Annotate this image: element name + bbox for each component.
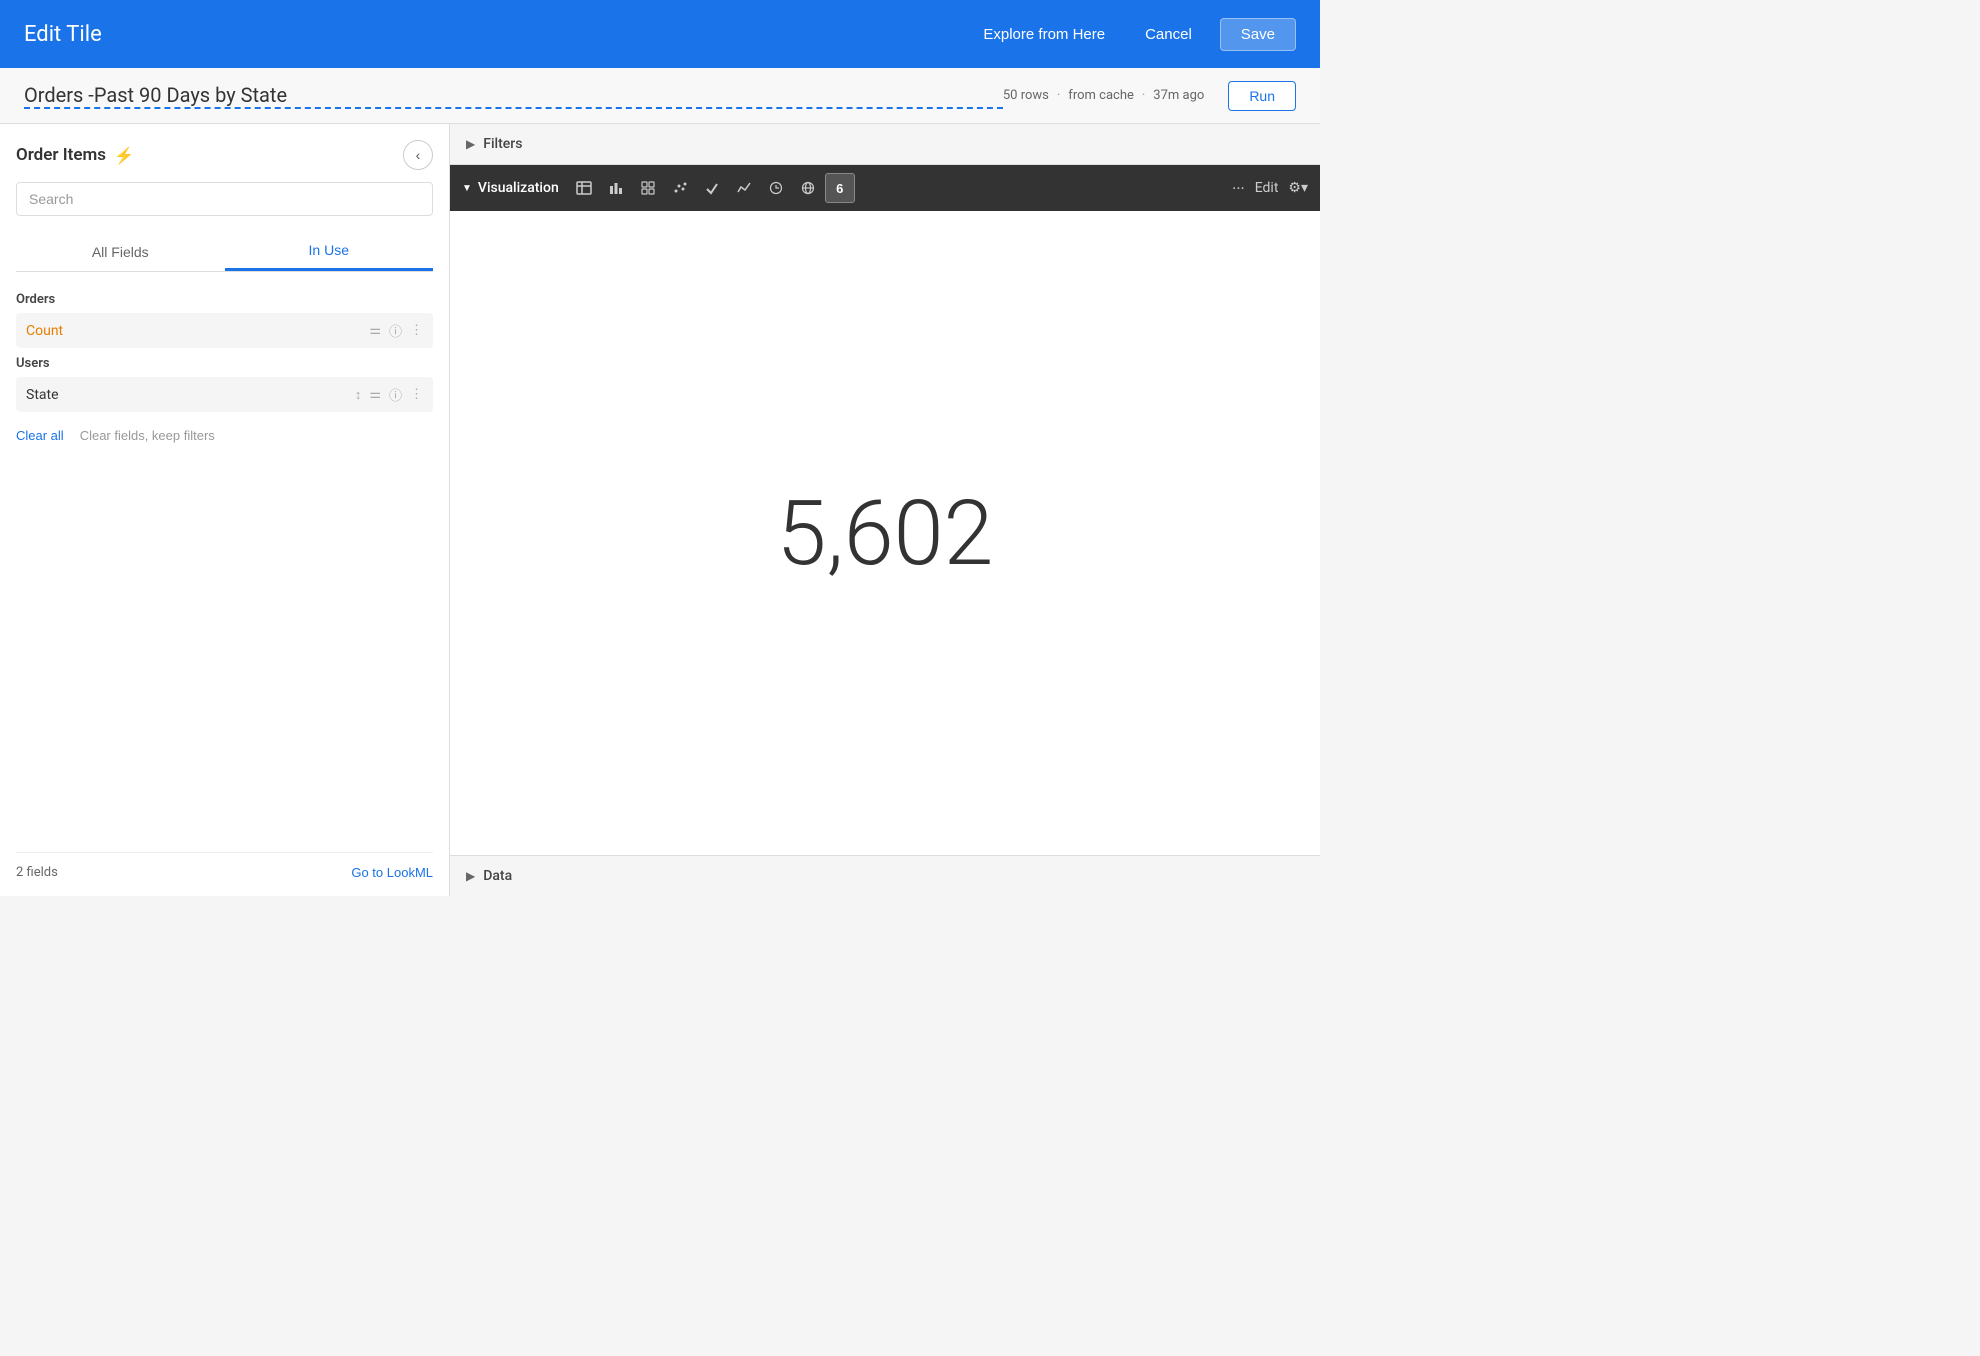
more-icon-count[interactable]: ⋮ (410, 323, 423, 338)
field-count: Count (26, 323, 361, 339)
back-button[interactable]: ‹ (403, 140, 433, 170)
meta-dot-2: · (1142, 88, 1145, 103)
chevron-left-icon: ‹ (416, 147, 421, 163)
section-users: Users (16, 356, 433, 371)
header-actions: Explore from Here Cancel Save (971, 18, 1296, 51)
cache-status: from cache (1068, 88, 1134, 103)
viz-table-icon[interactable] (569, 173, 599, 203)
field-row-state: State ↕ ⚌ ⓘ ⋮ (16, 377, 433, 412)
tabs: All Fields In Use (16, 232, 433, 272)
viz-gear-icon[interactable]: ⚙▾ (1288, 180, 1308, 196)
explore-from-here-button[interactable]: Explore from Here (971, 20, 1117, 49)
field-state: State (26, 387, 347, 403)
panel-footer: 2 fields Go to LookML (16, 852, 433, 880)
go-to-lookml-button[interactable]: Go to LookML (351, 865, 433, 880)
main-layout: Order Items ⚡ ‹ All Fields In Use Orders… (0, 124, 1320, 896)
query-title: Orders -Past 90 Days by State (24, 83, 1003, 109)
row-count: 50 rows (1003, 88, 1049, 103)
subheader: Orders -Past 90 Days by State 50 rows · … (0, 68, 1320, 124)
pivot-icon-state[interactable]: ↕ (355, 387, 362, 403)
viz-grid-icon[interactable] (633, 173, 663, 203)
header-title: Edit Tile (24, 22, 971, 47)
viz-more-icon[interactable]: ··· (1232, 179, 1245, 198)
fields-count: 2 fields (16, 865, 58, 880)
clear-links: Clear all Clear fields, keep filters (16, 428, 433, 443)
viz-clock-icon[interactable] (761, 173, 791, 203)
visualization-content: 5,602 (450, 211, 1320, 855)
app-header: Edit Tile Explore from Here Cancel Save (0, 0, 1320, 68)
clear-fields-keep-filters-button[interactable]: Clear fields, keep filters (80, 428, 215, 443)
section-orders: Orders (16, 292, 433, 307)
viz-scatter-icon[interactable] (665, 173, 695, 203)
save-button[interactable]: Save (1220, 18, 1296, 51)
data-bar[interactable]: ▶ Data (450, 855, 1320, 896)
viz-six-label: 6 (836, 181, 843, 196)
filters-chevron-icon: ▶ (466, 137, 475, 151)
filter-icon-state[interactable]: ⚌ (369, 387, 381, 402)
data-chevron-icon: ▶ (466, 869, 475, 883)
run-button[interactable]: Run (1228, 81, 1296, 111)
search-input[interactable] (16, 182, 433, 216)
panel-title-text: Order Items (16, 145, 106, 165)
tab-in-use[interactable]: In Use (225, 232, 434, 271)
filter-icon-count[interactable]: ⚌ (369, 323, 381, 338)
visualization-label: ▼ Visualization (462, 180, 559, 196)
tab-all-fields[interactable]: All Fields (16, 232, 225, 271)
panel-title: Order Items ⚡ (16, 145, 134, 165)
more-icon-state[interactable]: ⋮ (410, 387, 423, 402)
viz-check-icon[interactable] (697, 173, 727, 203)
field-row-count: Count ⚌ ⓘ ⋮ (16, 313, 433, 348)
lightning-icon: ⚡ (114, 146, 134, 165)
filters-label: Filters (483, 136, 522, 152)
time-ago: 37m ago (1153, 88, 1204, 103)
viz-single-value-icon[interactable]: 6 (825, 173, 855, 203)
viz-chevron-icon: ▼ (462, 183, 472, 194)
clear-all-button[interactable]: Clear all (16, 428, 64, 443)
viz-bar-icon[interactable] (601, 173, 631, 203)
viz-edit-label[interactable]: Edit (1255, 180, 1279, 196)
data-label: Data (483, 868, 512, 884)
visualization-bar: ▼ Visualization (450, 165, 1320, 211)
left-panel: Order Items ⚡ ‹ All Fields In Use Orders… (0, 124, 450, 896)
cancel-button[interactable]: Cancel (1133, 20, 1204, 49)
info-icon-state[interactable]: ⓘ (389, 385, 402, 404)
query-meta: 50 rows · from cache · 37m ago Run (1003, 81, 1296, 111)
big-number-value: 5,602 (777, 481, 994, 586)
viz-globe-icon[interactable] (793, 173, 823, 203)
right-panel: ▶ Filters ▼ Visualization (450, 124, 1320, 896)
panel-header: Order Items ⚡ ‹ (16, 140, 433, 170)
filters-bar[interactable]: ▶ Filters (450, 124, 1320, 165)
info-icon-count[interactable]: ⓘ (389, 321, 402, 340)
meta-dot-1: · (1057, 88, 1060, 103)
viz-line-icon[interactable] (729, 173, 759, 203)
